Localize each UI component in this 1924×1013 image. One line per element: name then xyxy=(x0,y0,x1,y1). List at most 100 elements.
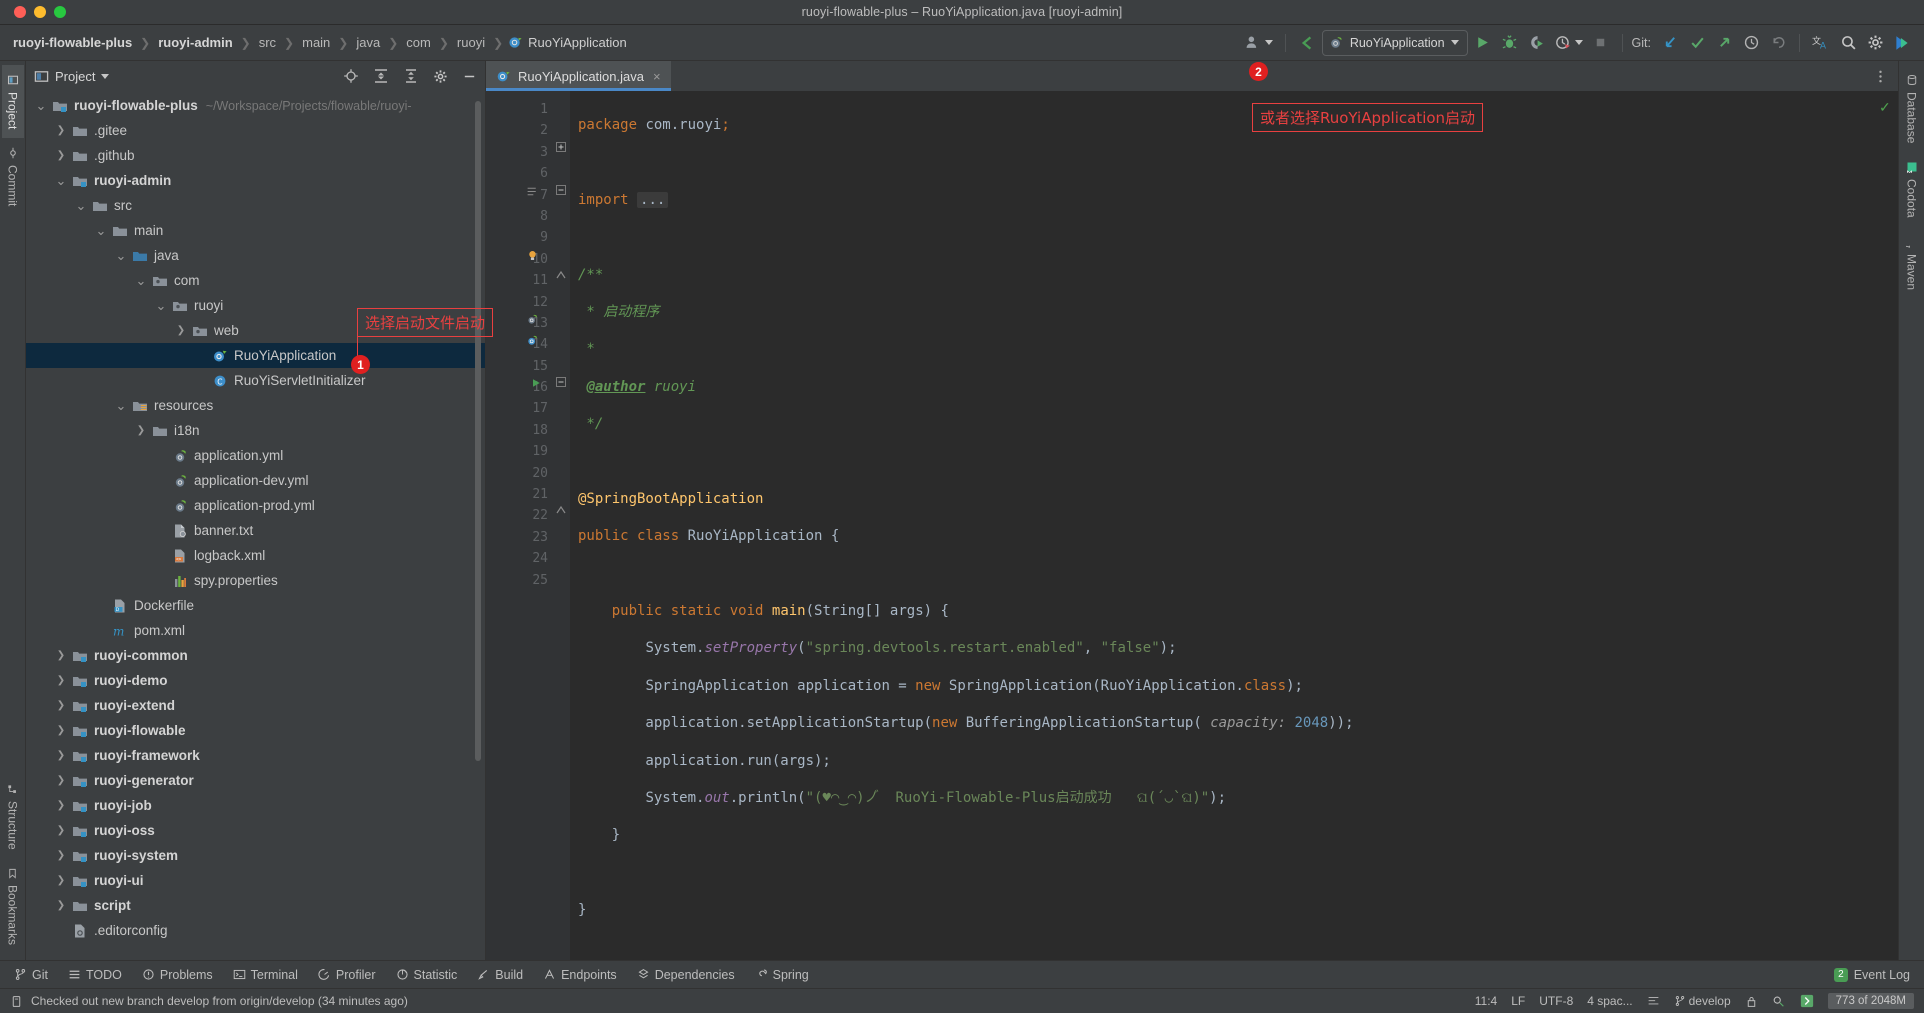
editor-inspection-rail[interactable]: ✓ xyxy=(1874,91,1898,960)
run-with-coverage-button[interactable] xyxy=(1525,30,1549,56)
tree-item-src[interactable]: ⌄ src xyxy=(26,193,485,218)
chevron-down-icon[interactable] xyxy=(101,73,110,79)
close-icon[interactable]: × xyxy=(653,69,661,84)
breadcrumb-item-5[interactable]: com xyxy=(403,35,434,50)
tree-item-ruoyiapplication[interactable]: RuoYiApplication xyxy=(26,343,485,368)
tree-item-application-prod-yml[interactable]: application-prod.yml xyxy=(26,493,485,518)
tree-item-application-dev-yml[interactable]: application-dev.yml xyxy=(26,468,485,493)
tree-item-spy-properties[interactable]: spy.properties xyxy=(26,568,485,593)
inspection-level-icon[interactable] xyxy=(1772,994,1786,1008)
source-code[interactable]: package com.ruoyi; import ... /** * 启动程序… xyxy=(570,91,1874,960)
code-folding-gutter[interactable] xyxy=(556,91,570,960)
line-number-24[interactable]: 24 xyxy=(486,548,556,569)
tree-item-ruoyi-oss[interactable]: ❯ ruoyi-oss xyxy=(26,818,485,843)
line-number-18[interactable]: 18 xyxy=(486,420,556,441)
lock-icon[interactable] xyxy=(1745,995,1758,1008)
profiler-button[interactable] xyxy=(1552,30,1586,56)
run-configuration-selector[interactable]: RuoYiApplication xyxy=(1321,29,1468,56)
chevron-down-icon[interactable]: ⌄ xyxy=(94,224,108,237)
expand-all-icon[interactable] xyxy=(373,68,389,84)
git-branch-widget[interactable]: develop xyxy=(1674,994,1731,1008)
tree-item-ruoyi-demo[interactable]: ❯ ruoyi-demo xyxy=(26,668,485,693)
sidebar-item-bookmarks[interactable]: Bookmarks xyxy=(2,859,24,954)
line-number-25[interactable]: 25 xyxy=(486,570,556,591)
tree-item-ruoyi-ui[interactable]: ❯ ruoyi-ui xyxy=(26,868,485,893)
debug-button[interactable] xyxy=(1498,30,1522,56)
translate-icon[interactable]: 文A xyxy=(1809,30,1833,56)
tool-button-dependencies[interactable]: Dependencies xyxy=(637,968,735,982)
sidebar-item-database[interactable]: Database xyxy=(1901,65,1923,152)
maximize-window-button[interactable] xyxy=(54,6,66,18)
breadcrumb-item-6[interactable]: ruoyi xyxy=(454,35,488,50)
fold-toggle-7[interactable] xyxy=(556,184,570,206)
tree-item-ruoyi-job[interactable]: ❯ ruoyi-job xyxy=(26,793,485,818)
tool-button-spring[interactable]: Spring xyxy=(755,968,809,982)
chevron-right-icon[interactable]: ❯ xyxy=(54,675,68,686)
line-number-19[interactable]: 19 xyxy=(486,441,556,462)
breadcrumb[interactable]: ruoyi-flowable-plus ❯ ruoyi-admin ❯ src … xyxy=(10,35,627,50)
fold-toggle-11[interactable] xyxy=(556,270,570,291)
search-icon[interactable] xyxy=(1836,30,1860,56)
tab-ruoyiapplication-java[interactable]: RuoYiApplication.java × xyxy=(486,61,671,91)
line-separator[interactable]: LF xyxy=(1511,994,1525,1008)
project-tree-scrollbar[interactable] xyxy=(475,101,481,761)
tree-item-pom-xml[interactable]: m pom.xml xyxy=(26,618,485,643)
gear-icon[interactable] xyxy=(433,69,448,84)
tree-item-java[interactable]: ⌄ java xyxy=(26,243,485,268)
memory-indicator[interactable]: 773 of 2048M xyxy=(1827,993,1914,1009)
tree-item-github[interactable]: ❯ .github xyxy=(26,143,485,168)
chevron-down-icon[interactable]: ⌄ xyxy=(114,399,128,412)
fold-toggle-16[interactable] xyxy=(556,377,570,398)
fold-toggle-22[interactable] xyxy=(556,505,570,526)
code-editor[interactable]: 1 2 3 6 7 8 9 10 11 12 13 14 15 16 17 18 19 20 21 22 23 24 25 … xyxy=(486,91,1898,960)
chevron-right-icon[interactable]: ❯ xyxy=(54,875,68,886)
tool-button-statistic[interactable]: Statistic xyxy=(396,968,457,982)
tree-item-ruoyi-common[interactable]: ❯ ruoyi-common xyxy=(26,643,485,668)
chevron-right-icon[interactable]: ❯ xyxy=(174,325,188,336)
rollback-icon[interactable] xyxy=(1766,30,1790,56)
line-number-10[interactable]: 10 xyxy=(486,249,556,270)
breadcrumb-item-7[interactable]: RuoYiApplication xyxy=(508,35,627,50)
line-number-20[interactable]: 20 xyxy=(486,463,556,484)
gear-icon[interactable] xyxy=(1863,30,1887,56)
line-number-7[interactable]: 7 xyxy=(486,185,556,206)
toolbox-icon[interactable] xyxy=(1890,30,1914,56)
chevron-down-icon[interactable]: ⌄ xyxy=(54,174,68,187)
line-number-2[interactable]: 2 xyxy=(486,120,556,141)
folded-imports[interactable]: ... xyxy=(637,191,669,208)
tree-item-ruoyi-admin[interactable]: ⌄ ruoyi-admin xyxy=(26,168,485,193)
chevron-right-icon[interactable]: ❯ xyxy=(54,800,68,811)
tool-button-endpoints[interactable]: Endpoints xyxy=(543,968,617,982)
line-number-22[interactable]: 22 xyxy=(486,505,556,526)
minimize-window-button[interactable] xyxy=(34,6,46,18)
sidebar-item-maven[interactable]: m Maven xyxy=(1901,227,1923,299)
tree-item-ruoyiservletinitializer[interactable]: C RuoYiServletInitializer xyxy=(26,368,485,393)
back-arrow-icon[interactable] xyxy=(1295,30,1319,56)
indent-config-icon[interactable] xyxy=(1647,995,1660,1008)
chevron-down-icon[interactable]: ⌄ xyxy=(134,274,148,287)
indent-setting[interactable]: 4 spac... xyxy=(1587,994,1632,1008)
status-message-icon[interactable] xyxy=(10,995,23,1008)
event-log-button[interactable]: 2 Event Log xyxy=(1834,967,1910,982)
run-line-icon[interactable] xyxy=(530,377,542,398)
hide-panel-icon[interactable] xyxy=(462,69,477,84)
tree-item-ruoyi-extend[interactable]: ❯ ruoyi-extend xyxy=(26,693,485,718)
sidebar-item-commit[interactable]: Commit xyxy=(2,138,24,215)
line-number-9[interactable]: 9 xyxy=(486,227,556,248)
intention-bulb-icon[interactable] xyxy=(526,249,539,270)
tree-item-application-yml[interactable]: application.yml xyxy=(26,443,485,468)
chevron-right-icon[interactable]: ❯ xyxy=(54,750,68,761)
tree-item-banner-txt[interactable]: banner.txt xyxy=(26,518,485,543)
line-number-12[interactable]: 12 xyxy=(486,292,556,313)
project-tree[interactable]: ⌄ ruoyi-flowable-plus ~/Workspace/Projects… xyxy=(26,91,485,960)
chevron-down-icon[interactable]: ⌄ xyxy=(74,199,88,212)
chevron-right-icon[interactable]: ❯ xyxy=(54,825,68,836)
breadcrumb-item-3[interactable]: main xyxy=(299,35,333,50)
gutter-marker-icon[interactable] xyxy=(526,313,539,334)
breadcrumb-item-4[interactable]: java xyxy=(353,35,383,50)
tree-item-main[interactable]: ⌄ main xyxy=(26,218,485,243)
git-commit-icon[interactable] xyxy=(1685,30,1709,56)
close-window-button[interactable] xyxy=(14,6,26,18)
line-number-17[interactable]: 17 xyxy=(486,398,556,419)
line-number-16[interactable]: 16 xyxy=(486,377,556,398)
